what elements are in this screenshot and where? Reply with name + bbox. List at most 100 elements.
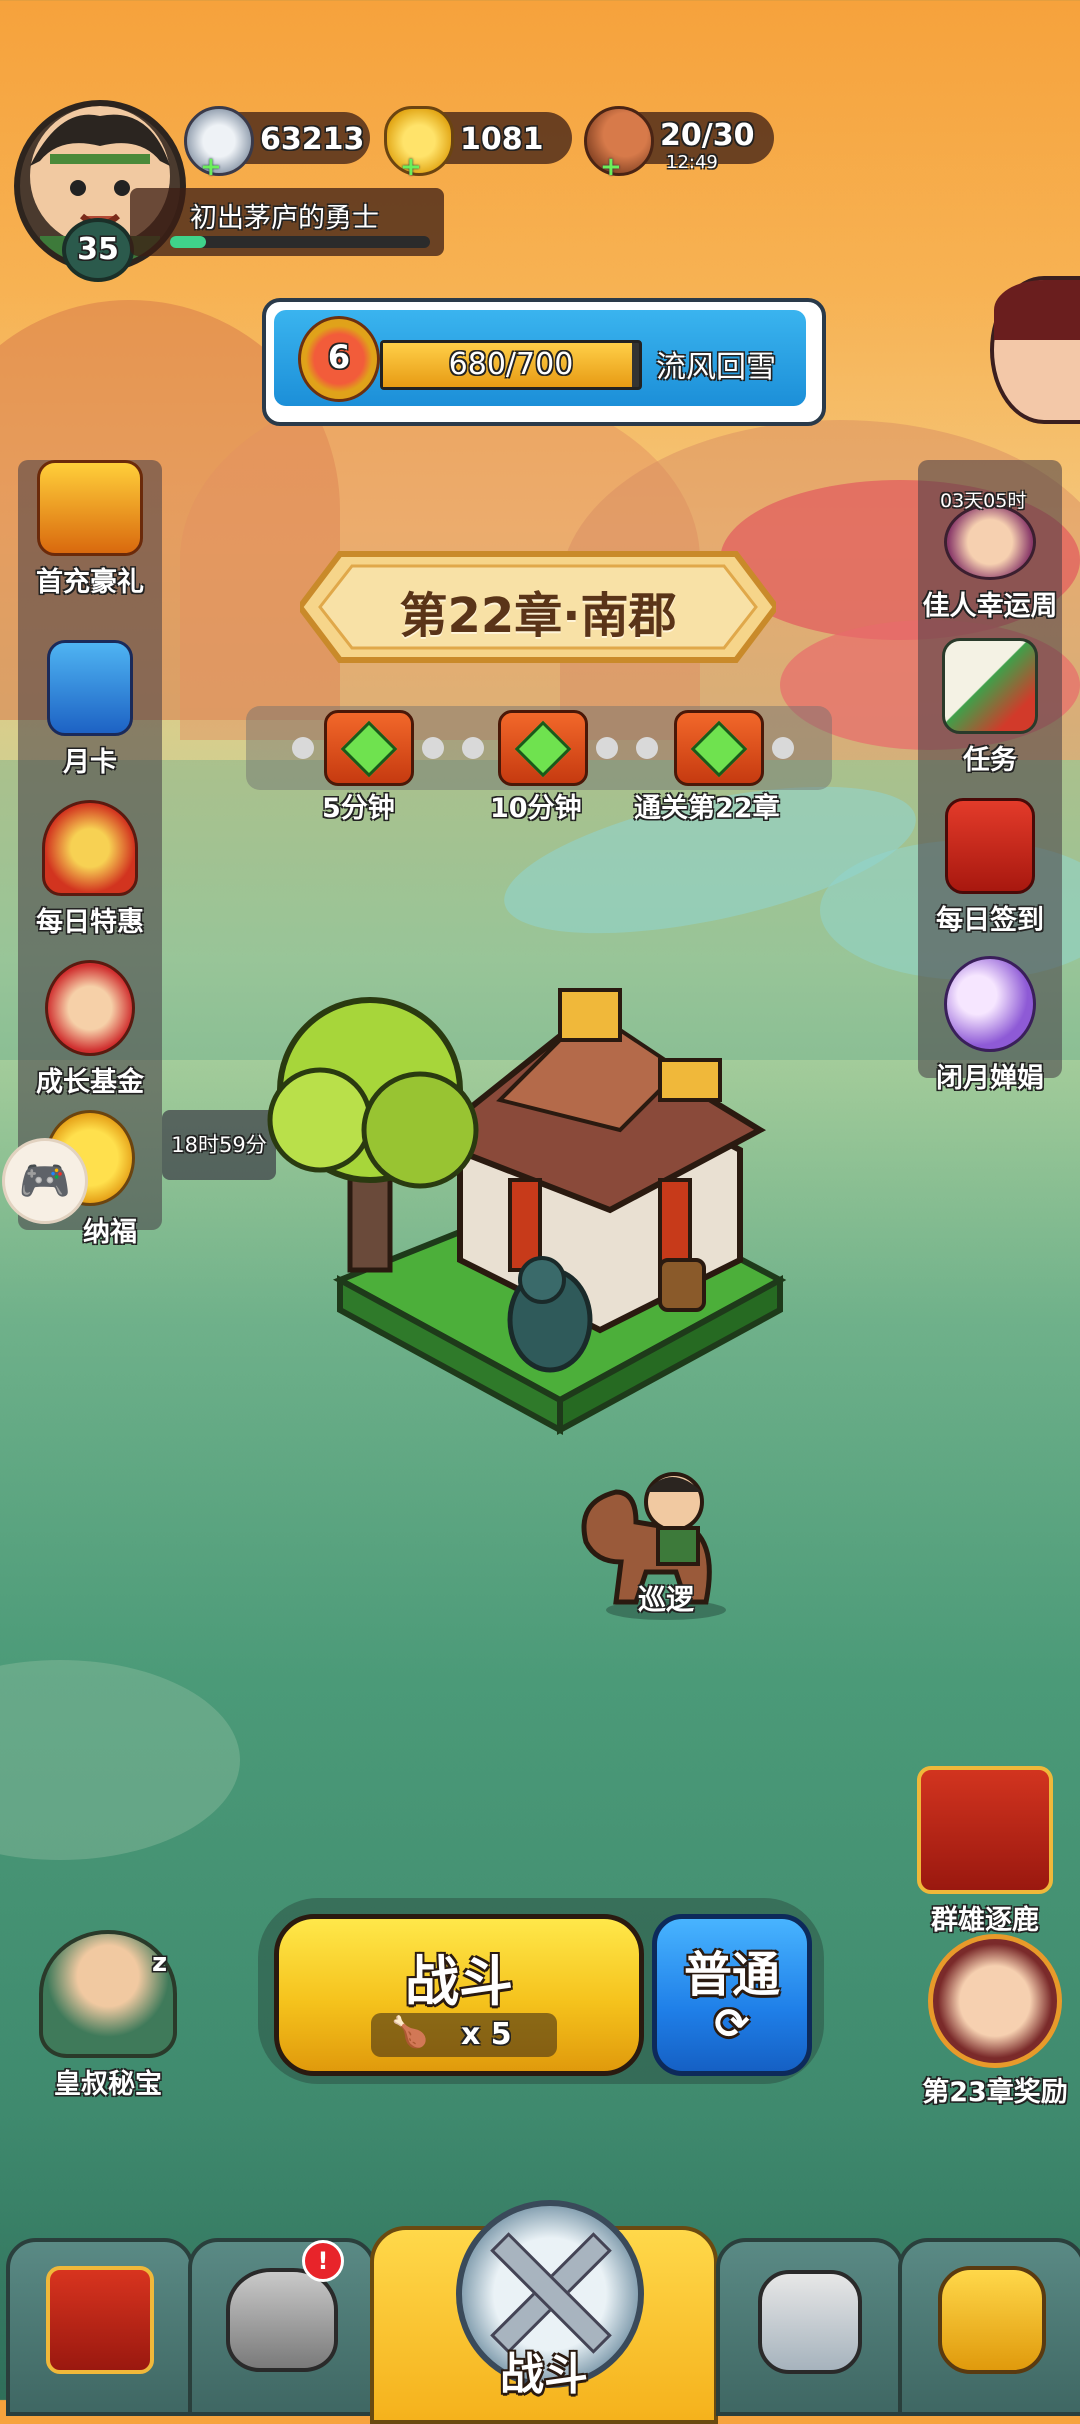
- nafu-timer-text: 18时59分: [171, 1133, 267, 1157]
- qunxiong-event[interactable]: 群雄逐鹿: [910, 1766, 1060, 1937]
- left-menu-item-month-card[interactable]: 月卡: [18, 640, 162, 779]
- battle-mode-label: 普通: [683, 1947, 780, 2003]
- stage-name: 流风回雪: [656, 350, 776, 385]
- stamina-timer: 12:49: [666, 152, 718, 173]
- left-menu-label: 月卡: [63, 747, 117, 778]
- house-scene-icon: [267, 988, 787, 1436]
- drumstick-icon: 🍗: [391, 2015, 429, 2050]
- chapter-title: 第22章·南郡: [399, 588, 677, 644]
- gamepad-icon: 🎮: [18, 1156, 72, 1205]
- exp-bar-fill: [170, 236, 206, 248]
- exp-bar: [170, 236, 430, 248]
- player-title-bar: 初出茅庐的勇士: [130, 188, 444, 256]
- stars-icon: [758, 2270, 862, 2374]
- left-menu-item-first-charge[interactable]: 首充豪礼: [18, 460, 162, 599]
- battle-cost: 🍗 x 5: [371, 2013, 557, 2057]
- nav-hero[interactable]: !: [188, 2238, 376, 2416]
- scroll-icon: [942, 638, 1038, 734]
- chest-label: 通关第22章: [634, 793, 780, 824]
- gold-value: 1081: [460, 122, 544, 157]
- helmet-icon: [226, 2268, 338, 2372]
- battle-button-label: 战斗: [405, 1950, 513, 2013]
- gem-icon: [690, 720, 748, 778]
- left-menu-label: 首充豪礼: [36, 567, 144, 598]
- stage-progress-bar: 680/700: [380, 340, 642, 390]
- qunxiong-label: 群雄逐鹿: [931, 1905, 1039, 1936]
- chapter-reward-avatar-icon: [928, 1934, 1062, 2068]
- track-dot: [596, 737, 618, 759]
- add-stamina-icon[interactable]: +: [600, 154, 622, 180]
- gem-icon: [340, 720, 398, 778]
- battle-cost-value: x 5: [461, 2017, 512, 2052]
- village-scene[interactable]: [260, 980, 790, 1450]
- silver-value: 63213: [260, 122, 365, 157]
- add-gold-icon[interactable]: +: [400, 154, 422, 180]
- add-silver-icon[interactable]: +: [200, 154, 222, 180]
- stage-progress-panel[interactable]: 6 680/700 流风回雪: [262, 298, 826, 426]
- track-dot: [636, 737, 658, 759]
- chapter-reward-event[interactable]: 第23章奖励: [910, 1934, 1080, 2109]
- right-menu-label: 佳人幸运周: [922, 591, 1058, 622]
- battle-mode-button[interactable]: 普通 ⟳: [652, 1914, 812, 2076]
- player-level-badge: 35: [62, 218, 134, 282]
- refresh-icon: ⟳: [714, 1999, 750, 2048]
- right-menu-item-task[interactable]: 任务: [918, 638, 1062, 777]
- right-menu-label: 每日签到: [936, 905, 1044, 936]
- right-menu-item-moon[interactable]: 闭月婵娟: [918, 956, 1062, 1095]
- gem-icon: [514, 720, 572, 778]
- gamepad-float-button[interactable]: 🎮: [2, 1138, 88, 1224]
- nav-upgrade[interactable]: [898, 2238, 1080, 2416]
- rank-number: 6: [327, 338, 351, 376]
- player-level: 35: [77, 232, 119, 267]
- left-menu-item-growth-fund[interactable]: 成长基金: [18, 960, 162, 1099]
- right-menu-panel: 03天05时 佳人幸运周 任务 每日签到 闭月婵娟: [918, 460, 1062, 1094]
- nav-city[interactable]: [6, 2238, 194, 2416]
- chest-reward-track: [246, 706, 832, 790]
- chest-10min[interactable]: [498, 710, 588, 786]
- nav-battle[interactable]: 战斗: [370, 2200, 718, 2424]
- nafu-timer: 18时59分: [162, 1110, 276, 1180]
- moon-icon: [944, 956, 1036, 1052]
- chest-chapter-clear[interactable]: [674, 710, 764, 786]
- stamina-resource[interactable]: + 20/30 12:49: [584, 106, 774, 180]
- hero-alert-badge: !: [302, 2240, 344, 2282]
- uncle-treasure-label: 皇叔秘宝: [54, 2069, 162, 2100]
- gate-icon: [46, 2266, 154, 2374]
- track-dot: [772, 737, 794, 759]
- silver-resource[interactable]: + 63213: [184, 106, 370, 180]
- chest-label: 10分钟: [490, 793, 582, 824]
- rank-medal-icon: 6: [298, 316, 380, 402]
- track-dot: [462, 737, 484, 759]
- left-menu-panel: 首充豪礼 月卡 每日特惠 成长基金 纳福: [18, 460, 162, 1248]
- chapter-reward-label: 第23章奖励: [922, 2077, 1068, 2108]
- track-dot: [292, 737, 314, 759]
- chapter-banner[interactable]: 第22章·南郡: [300, 548, 776, 666]
- uncle-treasure-event[interactable]: z 皇叔秘宝: [28, 1930, 188, 2101]
- right-menu-label: 任务: [963, 745, 1017, 776]
- gold-resource[interactable]: + 1081: [384, 106, 572, 180]
- stage-progress-text: 680/700: [448, 347, 574, 382]
- left-menu-label: 成长基金: [36, 1067, 144, 1098]
- nav-rank[interactable]: [716, 2238, 904, 2416]
- player-title: 初出茅庐的勇士: [190, 203, 379, 234]
- gift-bag-icon: [42, 800, 138, 896]
- month-card-icon: [47, 640, 133, 736]
- sign-in-icon: [945, 798, 1035, 894]
- left-menu-item-daily-deal[interactable]: 每日特惠: [18, 800, 162, 939]
- track-dot: [422, 737, 444, 759]
- right-menu-item-lucky-week[interactable]: 03天05时 佳人幸运周: [918, 486, 1062, 623]
- hero-patrol-label: 巡逻: [638, 1583, 695, 1616]
- chest-5min[interactable]: [324, 710, 414, 786]
- battle-button[interactable]: 战斗 🍗 x 5: [274, 1914, 644, 2076]
- left-menu-label: 每日特惠: [36, 907, 144, 938]
- beauty-avatar-icon: [944, 504, 1036, 580]
- sleep-z-text: z: [152, 1948, 168, 1978]
- lucky-week-timer: 03天05时: [940, 490, 1027, 512]
- nav-battle-label: 战斗: [500, 2349, 588, 2400]
- fund-icon: [45, 960, 135, 1056]
- chest-label: 5分钟: [322, 793, 395, 824]
- hero-alert-badge-text: !: [317, 2247, 329, 2275]
- right-menu-item-sign-in[interactable]: 每日签到: [918, 798, 1062, 937]
- fist-up-icon: [938, 2266, 1046, 2374]
- stamina-value: 20/30: [660, 118, 755, 153]
